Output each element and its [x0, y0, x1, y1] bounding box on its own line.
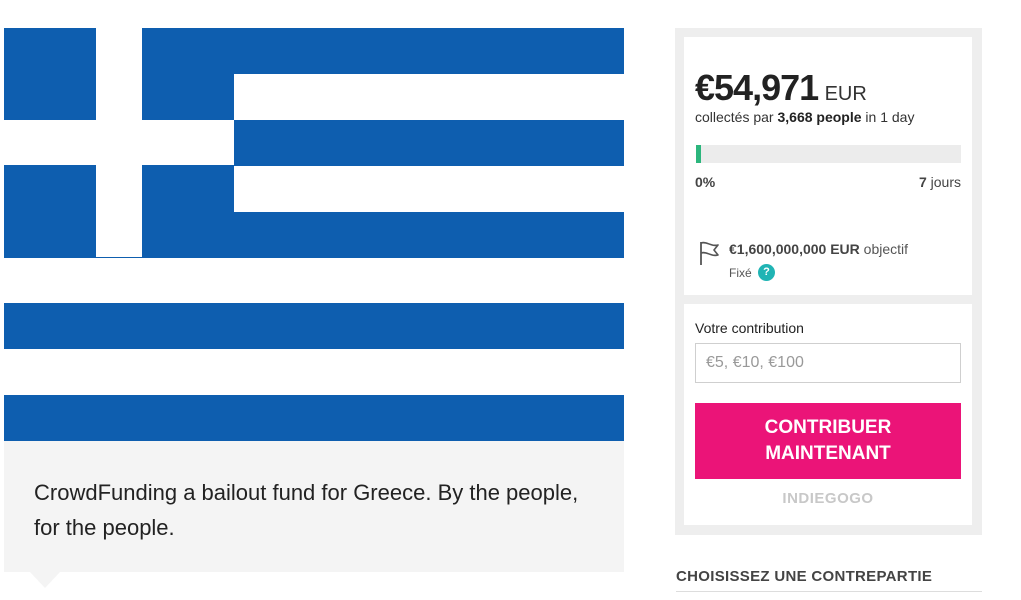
- campaign-duration: in 1 day: [865, 109, 915, 125]
- goal-amount: €1,600,000,000 EUR: [729, 241, 860, 257]
- amount-raised: €54,971 EUR: [695, 67, 867, 109]
- flag-stripe: [4, 395, 624, 441]
- funding-stats-card: €54,971 EUR collectés par 3,668 people i…: [684, 37, 972, 295]
- amount-raised-value: €54,971: [695, 67, 819, 108]
- funding-progress-fill: [696, 145, 701, 163]
- days-left: 7 jours: [919, 174, 961, 190]
- perks-heading: CHOISISSEZ UNE CONTREPARTIE: [676, 568, 933, 585]
- goal-suffix: objectif: [863, 241, 909, 257]
- question-circle-icon[interactable]: ?: [758, 264, 775, 281]
- contribution-card: Votre contribution CONTRIBUER MAINTENANT…: [684, 304, 972, 525]
- funding-panel: €54,971 EUR collectés par 3,668 people i…: [675, 28, 982, 535]
- flag-canton: [4, 28, 234, 257]
- contribution-amount-input[interactable]: [695, 343, 961, 383]
- funding-goal: €1,600,000,000 EUR objectif: [729, 241, 908, 257]
- backers-summary: collectés par 3,668 people in 1 day: [695, 109, 914, 125]
- backers-count: 3,668 people: [777, 109, 862, 125]
- contribution-label: Votre contribution: [695, 320, 804, 336]
- progress-percent: 0%: [695, 174, 716, 190]
- flag-cross-horizontal: [4, 120, 234, 165]
- indiegogo-logo: INDIEGOGO: [782, 490, 874, 507]
- flag-stripe: [4, 303, 624, 349]
- days-left-unit: jours: [930, 174, 961, 190]
- campaign-caption: CrowdFunding a bailout fund for Greece. …: [4, 441, 624, 588]
- raised-prefix: collectés par: [695, 109, 774, 125]
- perks-divider: [676, 591, 982, 592]
- days-left-value: 7: [918, 174, 927, 190]
- campaign-description: CrowdFunding a bailout fund for Greece. …: [34, 480, 579, 540]
- flag-outline-icon: [700, 241, 719, 265]
- contribute-now-button[interactable]: CONTRIBUER MAINTENANT: [695, 403, 961, 479]
- campaign-image-greek-flag: [4, 28, 624, 441]
- goal-type: Fixé: [729, 266, 752, 280]
- amount-raised-currency: EUR: [824, 83, 867, 105]
- caption-pointer: [30, 572, 60, 588]
- funding-progress-bar: [696, 145, 961, 163]
